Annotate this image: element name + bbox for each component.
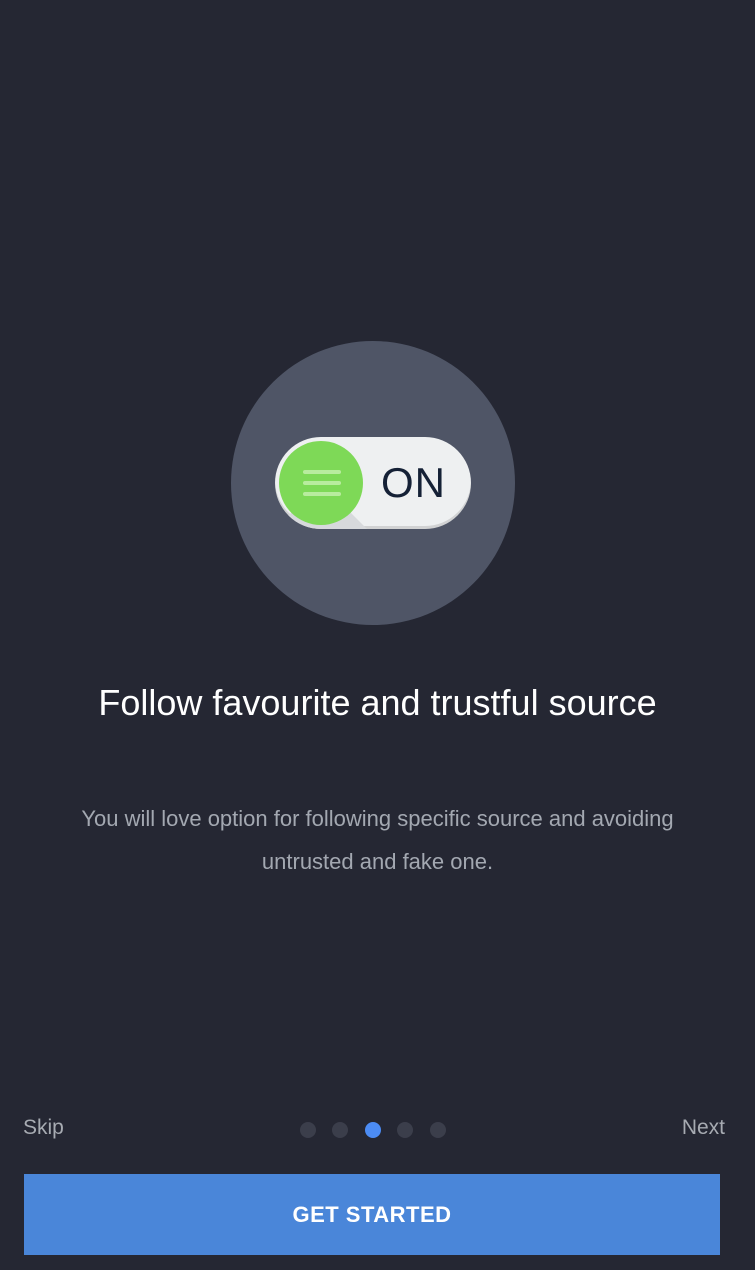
onboarding-screen: ON Follow favourite and trustful source …	[0, 0, 755, 1270]
toggle-illustration: ON	[231, 341, 515, 625]
page-dot-1[interactable]	[300, 1122, 316, 1138]
page-dot-2[interactable]	[332, 1122, 348, 1138]
skip-link[interactable]: Skip	[23, 1116, 64, 1140]
page-dot-4[interactable]	[397, 1122, 413, 1138]
page-indicator	[300, 1122, 446, 1138]
toggle-on-label: ON	[381, 459, 446, 506]
page-dot-3-active[interactable]	[365, 1122, 381, 1138]
onboarding-description: You will love option for following speci…	[81, 806, 674, 874]
toggle-knob	[279, 441, 363, 525]
toggle-switch-icon: ON	[275, 437, 471, 529]
onboarding-title: Follow favourite and trustful source	[98, 682, 657, 723]
menu-lines-icon	[303, 470, 341, 503]
get-started-button[interactable]: GET STARTED	[24, 1174, 720, 1255]
page-dot-5[interactable]	[430, 1122, 446, 1138]
next-link[interactable]: Next	[682, 1116, 725, 1140]
